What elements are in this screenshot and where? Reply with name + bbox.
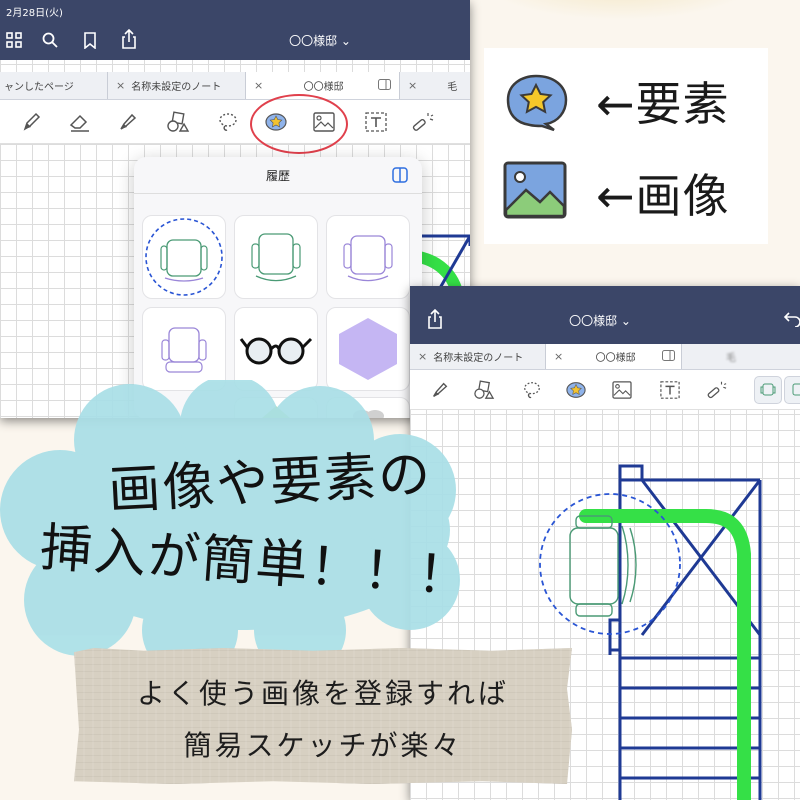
icon-legend: ←要素 ←画像 [484,48,768,244]
split-view-icon[interactable] [378,78,391,93]
eraser-icon[interactable] [66,108,94,136]
history-item-chair-green-selected[interactable] [142,215,226,299]
panel-icon[interactable] [392,167,408,187]
lasso-icon[interactable] [214,108,242,136]
share-icon[interactable] [118,28,140,50]
pen-icon[interactable] [18,108,46,136]
shapes-icon[interactable] [164,108,192,136]
popover-title: 履歴 [265,169,290,183]
paper-note: よく使う画像を登録すれば 簡易スケッチが楽々 [74,648,572,784]
close-tab-icon[interactable]: × [418,350,427,363]
highlighter-icon[interactable] [114,108,142,136]
close-tab-icon[interactable]: × [254,79,263,92]
highlight-circle [250,94,348,154]
tool-bar [0,100,470,144]
element-sticker-icon [500,70,572,132]
element-history-popover: 履歴 [134,157,422,418]
close-tab-icon[interactable]: × [408,79,417,92]
close-tab-icon[interactable]: × [554,350,563,363]
history-item-chair-green[interactable] [234,215,318,299]
tab-untitled-note[interactable]: × 名称未設定のノート [108,72,246,99]
tab-label: 毛 [726,353,736,364]
image-icon[interactable] [608,376,636,404]
tab-bar: ャンしたページ × 名称未設定のノート × 〇〇様邸 × 毛 [0,72,470,100]
tab-label: 〇〇様邸 [595,353,636,364]
undo-icon[interactable] [782,308,800,330]
status-bar: 2月28日(火) [0,0,470,20]
tab-label: 〇〇様邸 [303,82,344,93]
document-title[interactable]: 〇〇様邸 ⌄ [240,20,400,60]
history-item-chair-purple-topview[interactable] [142,307,226,391]
tab-bar: × 名称未設定のノート × 〇〇様邸 毛 [410,344,800,370]
tab-label: 名称未設定のノート [433,353,524,364]
element-sticker-icon[interactable] [562,376,590,404]
navigation-bar: 〇〇様邸 ⌄ [410,286,800,344]
tab-label: 毛 [447,82,458,93]
status-date: 2月28日(火) [6,8,63,19]
tab-label: 名称未設定のノート [131,82,222,93]
textbox-icon[interactable] [362,108,390,136]
tab-active-document[interactable]: × 〇〇様邸 [546,344,682,369]
background-glow [480,0,760,20]
image-label: ←画像 [596,169,730,223]
history-item-hexagon[interactable] [326,307,410,391]
split-view-icon[interactable] [662,349,675,364]
image-icon [502,160,568,220]
note-line-1: よく使う画像を登録すれば [136,677,509,710]
tab-other[interactable]: × 毛 [400,72,470,99]
tab-untitled-note[interactable]: × 名称未設定のノート [410,344,546,369]
tab-scanned-page[interactable]: ャンしたページ [0,72,108,99]
screenshot-note-with-element-picker: 2月28日(火) 〇〇様邸 ⌄ ャンしたページ × 名称未設定のノート × 〇〇… [0,0,470,418]
tab-label: ャンしたページ [4,82,74,93]
share-icon[interactable] [424,308,446,330]
headline-cloud: 画像や要素の 挿入が簡単！！！ [0,380,480,670]
close-tab-icon[interactable]: × [116,79,125,92]
grid-icon[interactable] [4,30,24,50]
tab-active-document[interactable]: × 〇〇様邸 [246,72,400,99]
history-item-glasses[interactable] [234,307,318,391]
laser-pointer-icon[interactable] [702,376,730,404]
document-title[interactable]: 〇〇様邸 ⌄ [540,308,660,332]
lasso-icon[interactable] [518,376,546,404]
tab-other[interactable]: 毛 [682,344,800,369]
recent-element-chair-button[interactable] [754,376,782,404]
search-icon[interactable] [40,30,60,50]
popover-divider [134,193,422,194]
element-label: ←要素 [596,77,730,131]
recent-element-button[interactable] [784,376,800,404]
textbox-icon[interactable] [656,376,684,404]
note-line-2: 簡易スケッチが楽々 [183,729,463,762]
navigation-bar: 〇〇様邸 ⌄ [0,20,470,60]
bookmark-icon[interactable] [80,30,100,50]
laser-pointer-icon[interactable] [408,108,436,136]
history-item-chair-purple[interactable] [326,215,410,299]
